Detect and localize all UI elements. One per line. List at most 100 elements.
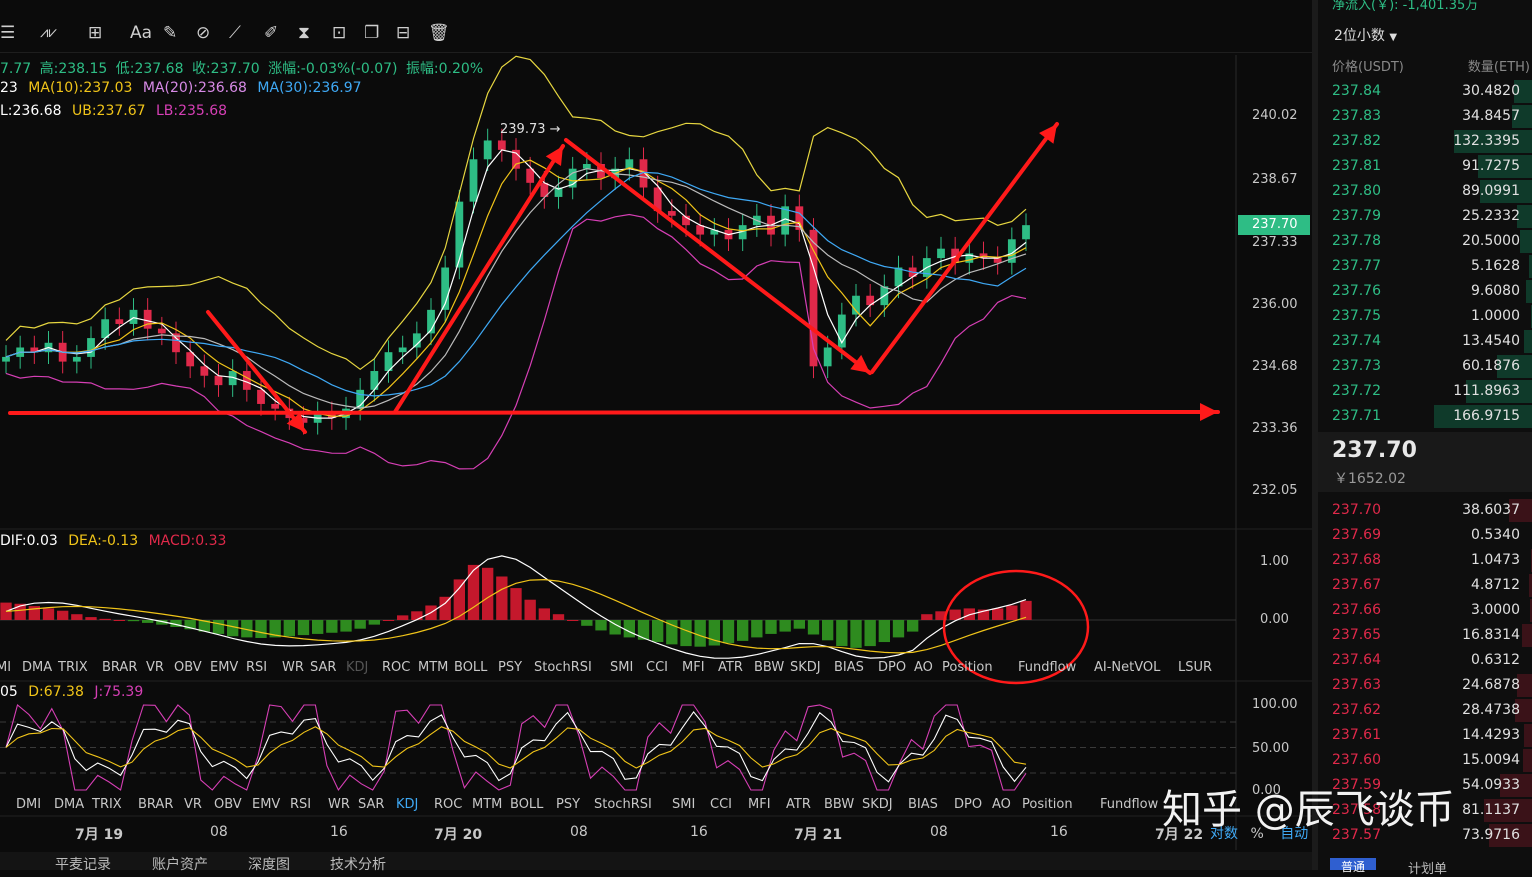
macd-histogram-bar (1020, 601, 1031, 620)
indicator-tab-wr[interactable]: WR (282, 660, 304, 675)
indicator-tab-rsi[interactable]: RSI (246, 660, 267, 675)
tab-technical-analysis[interactable]: 技术分析 (330, 854, 386, 874)
order-book-row[interactable]: 237.663.0000 (1318, 598, 1532, 623)
order-book-row[interactable]: 237.640.6312 (1318, 648, 1532, 673)
order-price: 237.75 (1332, 308, 1381, 324)
indicator-tab-cci[interactable]: CCI (646, 660, 668, 675)
order-book-row[interactable]: 237.8089.0991 (1318, 179, 1532, 204)
chart-area[interactable]: ☰ ⩘⩗ ⊞ Aa ✎ ⊘ ⟋ ✐ ⧗ ⊡ ❐ ⊟ 🗑 7.77 高:238.1… (0, 0, 1312, 870)
indicator-tab-ao[interactable]: AO (992, 797, 1011, 812)
order-book-row[interactable]: 237.8430.4820 (1318, 79, 1532, 104)
tab-trade-history[interactable]: 平麦记录 (55, 854, 111, 874)
indicator-tab-ai-netvol[interactable]: AI-NetVOL (1094, 660, 1160, 675)
precision-select[interactable]: 2位小数 ▼ (1334, 25, 1397, 45)
indicator-tab-rsi[interactable]: RSI (290, 797, 311, 812)
order-book-row[interactable]: 237.7925.2332 (1318, 204, 1532, 229)
indicator-tab-mtm[interactable]: MTM (418, 660, 448, 675)
indicator-tab-bbw[interactable]: BBW (824, 797, 854, 812)
indicator-tab-boll[interactable]: BOLL (510, 797, 543, 812)
macd-histogram-bar (355, 620, 366, 629)
time-tick-label: 08 (930, 824, 948, 840)
indicator-tab-trix[interactable]: TRIX (58, 660, 88, 675)
indicator-tab-kdj[interactable]: KDJ (396, 797, 418, 812)
indicator-tab-emv[interactable]: EMV (252, 797, 280, 812)
indicator-tab-roc[interactable]: ROC (434, 797, 462, 812)
tab-account-assets[interactable]: 账户资产 (152, 854, 208, 874)
indicator-tab-sar[interactable]: SAR (310, 660, 336, 675)
indicator-tab-psy[interactable]: PSY (556, 797, 580, 812)
order-book-row[interactable]: 237.690.5340 (1318, 523, 1532, 548)
indicator-tab-fundflow[interactable]: Fundflow (1100, 797, 1158, 812)
indicator-tab-obv[interactable]: OBV (174, 660, 202, 675)
indicator-tab-brar[interactable]: BRAR (102, 660, 137, 675)
order-qty: 132.3395 (1453, 133, 1520, 149)
order-book-row[interactable]: 237.6015.0094 (1318, 748, 1532, 773)
tab-plan-order[interactable]: 计划单 (1408, 858, 1447, 877)
order-book-row[interactable]: 237.681.0473 (1318, 548, 1532, 573)
indicator-tab-kdj[interactable]: KDJ (346, 660, 368, 675)
indicator-tab-brar[interactable]: BRAR (138, 797, 173, 812)
indicator-tab-smi[interactable]: SMI (672, 797, 695, 812)
indicator-tab-position[interactable]: Position (1022, 797, 1073, 812)
indicator-tab-vr[interactable]: VR (184, 797, 202, 812)
order-book-row[interactable]: 237.71166.9715 (1318, 404, 1532, 429)
indicator-tab-stochrsi[interactable]: StochRSI (534, 660, 592, 675)
indicator-tab-boll[interactable]: BOLL (454, 660, 487, 675)
order-book-row[interactable]: 237.674.8712 (1318, 573, 1532, 598)
indicator-tab-cci[interactable]: CCI (710, 797, 732, 812)
indicator-tab-dpo[interactable]: DPO (878, 660, 906, 675)
indicator-tab-atr[interactable]: ATR (786, 797, 811, 812)
indicator-tab-dpo[interactable]: DPO (954, 797, 982, 812)
indicator-tab-dma[interactable]: DMA (54, 797, 84, 812)
indicator-tab-atr[interactable]: ATR (718, 660, 743, 675)
indicator-tab-bbw[interactable]: BBW (754, 660, 784, 675)
indicator-tab-mfi[interactable]: MFI (748, 797, 771, 812)
order-book-row[interactable]: 237.8191.7275 (1318, 154, 1532, 179)
indicator-tab-roc[interactable]: ROC (382, 660, 410, 675)
order-book-row[interactable]: 237.6114.4293 (1318, 723, 1532, 748)
order-price: 237.72 (1332, 383, 1381, 399)
indicator-tab-ao[interactable]: AO (914, 660, 933, 675)
order-book-row[interactable]: 237.6324.6878 (1318, 673, 1532, 698)
order-book-row[interactable]: 237.7360.1876 (1318, 354, 1532, 379)
order-book-row[interactable]: 237.6228.4738 (1318, 698, 1532, 723)
indicator-tab-mfi[interactable]: MFI (682, 660, 705, 675)
candlestick-chart[interactable]: 239.73 → (0, 0, 1312, 870)
indicator-tab-psy[interactable]: PSY (498, 660, 522, 675)
order-book-row[interactable]: 237.775.1628 (1318, 254, 1532, 279)
macd-histogram-bar (227, 620, 238, 636)
order-book-row[interactable]: 237.769.6080 (1318, 279, 1532, 304)
indicator-tab-dmi[interactable]: DMI (16, 797, 41, 812)
indicator-tab-mtm[interactable]: MTM (472, 797, 502, 812)
order-book-row[interactable]: 237.7038.6037 (1318, 498, 1532, 523)
macd-histogram-bar (326, 620, 337, 633)
tab-depth-chart[interactable]: 深度图 (248, 854, 290, 874)
order-book-row[interactable]: 237.7820.5000 (1318, 229, 1532, 254)
indicator-tab-position[interactable]: Position (942, 660, 993, 675)
order-book-row[interactable]: 237.8334.8457 (1318, 104, 1532, 129)
order-book-row[interactable]: 237.82132.3395 (1318, 129, 1532, 154)
indicator-tab-bias[interactable]: BIAS (834, 660, 864, 675)
indicator-tab-obv[interactable]: OBV (214, 797, 242, 812)
indicator-tab-smi[interactable]: SMI (610, 660, 633, 675)
indicator-tab-dma[interactable]: DMA (22, 660, 52, 675)
indicator-tab-skdj[interactable]: SKDJ (862, 797, 893, 812)
order-book-row[interactable]: 237.751.0000 (1318, 304, 1532, 329)
order-book-row[interactable]: 237.6516.8314 (1318, 623, 1532, 648)
indicator-tab-emv[interactable]: EMV (210, 660, 238, 675)
indicator-tab-dmi[interactable]: DMI (0, 660, 11, 675)
indicator-tab-sar[interactable]: SAR (358, 797, 384, 812)
order-book-row[interactable]: 237.72111.8963 (1318, 379, 1532, 404)
indicator-tab-trix[interactable]: TRIX (92, 797, 122, 812)
indicator-tab-skdj[interactable]: SKDJ (790, 660, 821, 675)
indicator-tab-wr[interactable]: WR (328, 797, 350, 812)
order-qty: 28.4738 (1462, 702, 1520, 718)
order-book-row[interactable]: 237.7413.4540 (1318, 329, 1532, 354)
indicator-tab-stochrsi[interactable]: StochRSI (594, 797, 652, 812)
indicator-tab-fundflow[interactable]: Fundflow (1018, 660, 1076, 675)
order-price: 237.66 (1332, 602, 1381, 618)
indicator-tab-vr[interactable]: VR (146, 660, 164, 675)
indicator-tab-lsur[interactable]: LSUR (1178, 660, 1212, 675)
tab-normal-order[interactable]: 普通 (1330, 858, 1376, 870)
indicator-tab-bias[interactable]: BIAS (908, 797, 938, 812)
